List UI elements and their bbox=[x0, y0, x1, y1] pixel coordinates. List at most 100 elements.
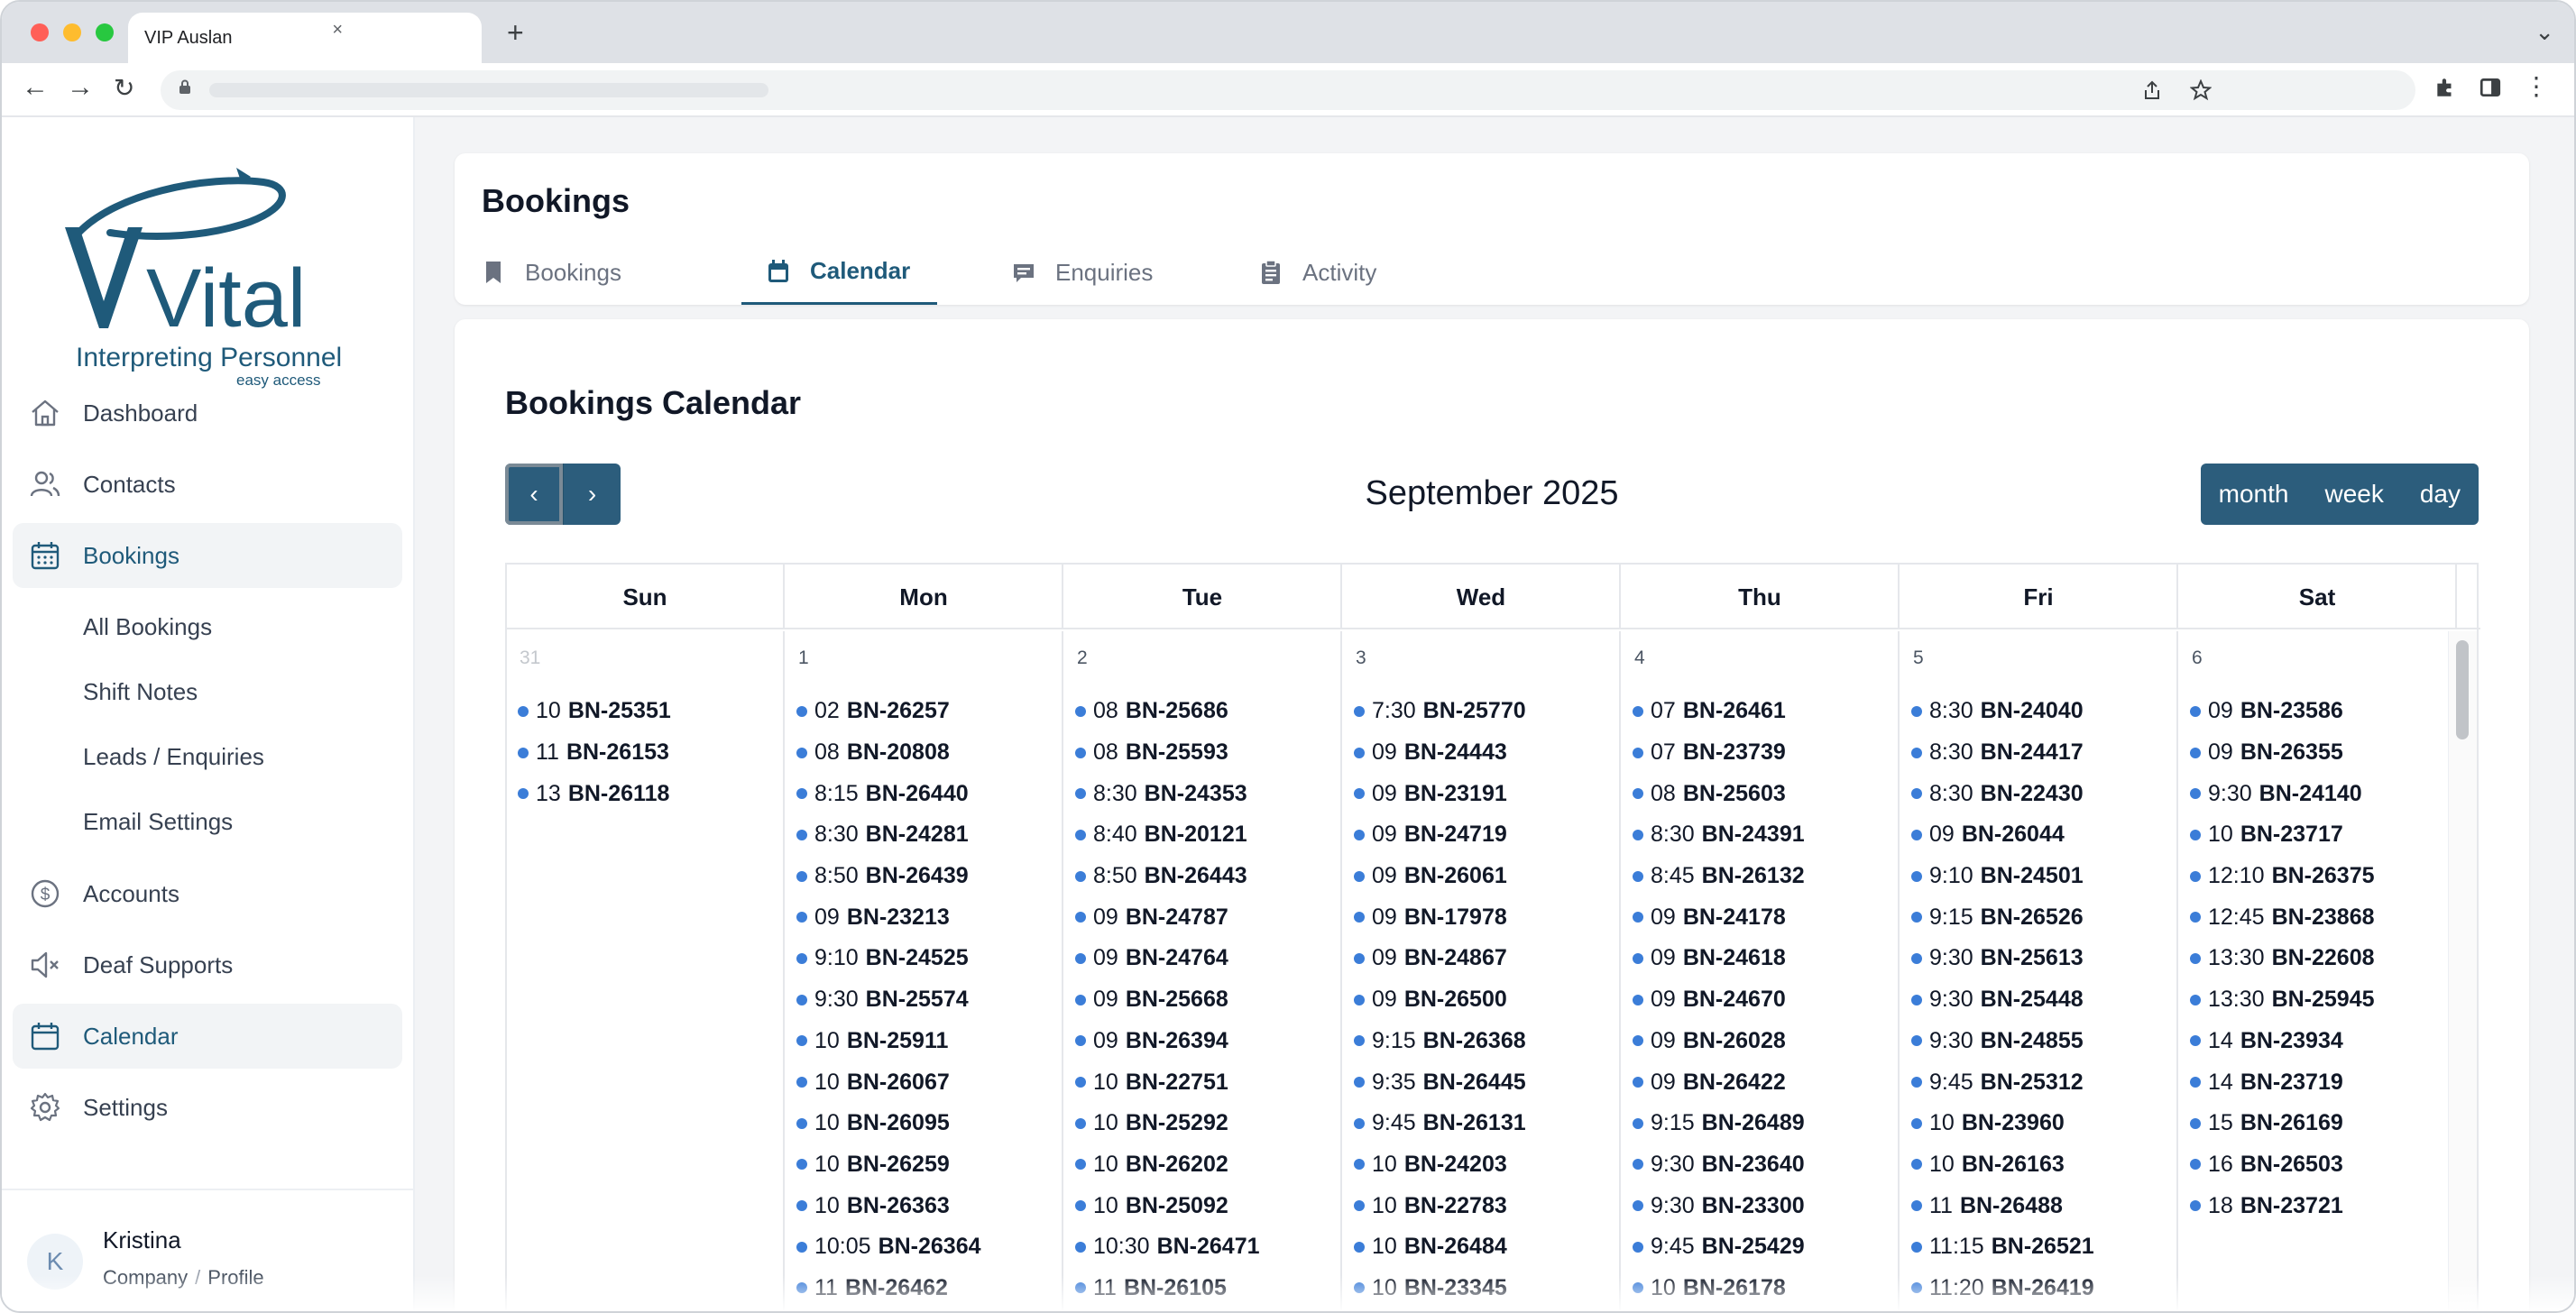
company-link[interactable]: Company bbox=[103, 1266, 188, 1289]
calendar-event[interactable]: 09 BN-23213 bbox=[796, 896, 1062, 938]
calendar-event[interactable]: 09 BN-24867 bbox=[1354, 938, 1619, 979]
profile-link[interactable]: Profile bbox=[207, 1266, 263, 1289]
sidebar-subitem-all-bookings[interactable]: All Bookings bbox=[13, 594, 402, 659]
day-cell[interactable]: 2 08 BN-25686 08 BN-25593 8:30 BN-24353 8:40 BN-… bbox=[1064, 631, 1342, 1311]
day-cell[interactable]: 31 10 BN-25351 11 BN-26153 13 BN-26118 bbox=[507, 631, 785, 1311]
calendar-event[interactable]: 8:50 BN-26439 bbox=[796, 856, 1062, 897]
calendar-event[interactable]: 8:30 BN-24281 bbox=[796, 814, 1062, 856]
calendar-event[interactable]: 8:40 BN-20121 bbox=[1075, 814, 1340, 856]
calendar-event[interactable]: 10:30 BN-26471 bbox=[1075, 1226, 1340, 1268]
calendar-event[interactable]: 11 BN-26153 bbox=[518, 732, 783, 774]
calendar-event[interactable]: 09 BN-24787 bbox=[1075, 896, 1340, 938]
calendar-event[interactable]: 8:30 BN-24417 bbox=[1911, 732, 2176, 774]
calendar-event[interactable]: 9:10 BN-24501 bbox=[1911, 856, 2176, 897]
calendar-event[interactable]: 9:30 BN-25613 bbox=[1911, 938, 2176, 979]
calendar-event[interactable]: 07 BN-23739 bbox=[1633, 732, 1898, 774]
calendar-event[interactable]: 07 BN-26461 bbox=[1633, 691, 1898, 732]
calendar-event[interactable]: 09 BN-25668 bbox=[1075, 979, 1340, 1021]
week-view-button[interactable]: week bbox=[2306, 464, 2402, 525]
month-view-button[interactable]: month bbox=[2200, 464, 2307, 525]
calendar-event[interactable]: 11:15 BN-26521 bbox=[1911, 1226, 2176, 1268]
calendar-event[interactable]: 08 BN-25686 bbox=[1075, 691, 1340, 732]
calendar-event[interactable]: 09 BN-24443 bbox=[1354, 732, 1619, 774]
calendar-event[interactable]: 16 BN-26503 bbox=[2190, 1144, 2455, 1186]
calendar-event[interactable]: 9:15 BN-26526 bbox=[1911, 896, 2176, 938]
calendar-event[interactable]: 8:45 BN-26132 bbox=[1633, 856, 1898, 897]
calendar-event[interactable]: 9:35 BN-26445 bbox=[1354, 1061, 1619, 1103]
browser-tab[interactable]: VIP Auslan × bbox=[128, 13, 482, 63]
calendar-event[interactable]: 9:45 BN-25312 bbox=[1911, 1061, 2176, 1103]
day-cell[interactable]: 1 02 BN-26257 08 BN-20808 8:15 BN-26440 8:30 BN-… bbox=[786, 631, 1063, 1311]
calendar-event[interactable]: 10 BN-22783 bbox=[1354, 1185, 1619, 1226]
calendar-event[interactable]: 9:30 BN-23640 bbox=[1633, 1144, 1898, 1186]
calendar-event[interactable]: 10 BN-26178 bbox=[1633, 1268, 1898, 1309]
calendar-event[interactable]: 08 BN-25603 bbox=[1633, 773, 1898, 814]
day-number[interactable]: 6 bbox=[2192, 647, 2203, 669]
sidebar-item-calendar[interactable]: Calendar bbox=[13, 1004, 402, 1069]
day-number[interactable]: 3 bbox=[1356, 647, 1366, 669]
sidebar-item-bookings[interactable]: Bookings bbox=[13, 523, 402, 588]
sidebar-subitem-shift-notes[interactable]: Shift Notes bbox=[13, 659, 402, 724]
calendar-event[interactable]: 12:10 BN-26375 bbox=[2190, 856, 2455, 897]
tab-search-chevron-icon[interactable]: ⌄ bbox=[2535, 18, 2554, 46]
calendar-event[interactable]: 10:05 BN-26364 bbox=[796, 1226, 1062, 1268]
calendar-event[interactable]: 9:15 BN-26489 bbox=[1633, 1103, 1898, 1144]
sidebar-item-settings[interactable]: Settings bbox=[13, 1075, 402, 1140]
calendar-event[interactable]: 9:30 BN-24855 bbox=[1911, 1021, 2176, 1062]
calendar-event[interactable]: 8:30 BN-22430 bbox=[1911, 773, 2176, 814]
calendar-event[interactable]: 8:50 BN-26443 bbox=[1075, 856, 1340, 897]
calendar-event[interactable]: 09 BN-26044 bbox=[1911, 814, 2176, 856]
bookmark-star-icon[interactable] bbox=[2190, 79, 2212, 101]
sidebar-item-deaf-supports[interactable]: Deaf Supports bbox=[13, 932, 402, 997]
day-view-button[interactable]: day bbox=[2401, 464, 2479, 525]
calendar-event[interactable]: 09 BN-17978 bbox=[1354, 896, 1619, 938]
calendar-event[interactable]: 10 BN-25292 bbox=[1075, 1103, 1340, 1144]
calendar-event[interactable]: 09 BN-26061 bbox=[1354, 856, 1619, 897]
reload-icon[interactable]: ↻ bbox=[114, 76, 134, 101]
calendar-event[interactable]: 15 BN-26169 bbox=[2190, 1103, 2455, 1144]
tab-bookings[interactable]: Bookings bbox=[482, 240, 621, 305]
day-number[interactable]: 2 bbox=[1077, 647, 1088, 669]
calendar-event[interactable]: 9:30 BN-25574 bbox=[796, 979, 1062, 1021]
calendar-event[interactable]: 9:30 BN-23300 bbox=[1633, 1185, 1898, 1226]
calendar-event[interactable]: 10 BN-25351 bbox=[518, 691, 783, 732]
calendar-event[interactable]: 09 BN-26422 bbox=[1633, 1061, 1898, 1103]
calendar-event[interactable]: 08 BN-25593 bbox=[1075, 732, 1340, 774]
calendar-event[interactable]: 09 BN-24178 bbox=[1633, 896, 1898, 938]
sidebar-item-accounts[interactable]: $ Accounts bbox=[13, 861, 402, 926]
calendar-event[interactable]: 10 BN-23345 bbox=[1354, 1268, 1619, 1309]
calendar-event[interactable]: 10 BN-26095 bbox=[796, 1103, 1062, 1144]
tab-enquiries[interactable]: Enquiries bbox=[1012, 240, 1153, 305]
calendar-event[interactable]: 8:15 BN-26440 bbox=[796, 773, 1062, 814]
address-bar[interactable] bbox=[161, 70, 2415, 110]
day-cell[interactable]: 6 09 BN-23586 09 BN-26355 9:30 BN-24140 10 BN-23… bbox=[2179, 631, 2457, 1311]
calendar-event[interactable]: 10 BN-22751 bbox=[1075, 1061, 1340, 1103]
day-cell[interactable]: 3 7:30 BN-25770 09 BN-24443 09 BN-23191 09 BN-24… bbox=[1343, 631, 1621, 1311]
calendar-event[interactable]: 12:45 BN-23868 bbox=[2190, 896, 2455, 938]
calendar-event[interactable]: 11 BN-26488 bbox=[1911, 1185, 2176, 1226]
day-number[interactable]: 31 bbox=[520, 647, 540, 669]
maximize-window-button[interactable] bbox=[96, 23, 114, 41]
calendar-event[interactable]: 9:30 BN-25448 bbox=[1911, 979, 2176, 1021]
calendar-event[interactable]: 13 BN-26118 bbox=[518, 773, 783, 814]
close-tab-icon[interactable]: × bbox=[332, 20, 343, 41]
calendar-event[interactable]: 10 BN-26484 bbox=[1354, 1226, 1619, 1268]
calendar-event[interactable]: 8:30 BN-24040 bbox=[1911, 691, 2176, 732]
calendar-event[interactable]: 10 BN-26363 bbox=[796, 1185, 1062, 1226]
calendar-event[interactable]: 10 BN-23717 bbox=[2190, 814, 2455, 856]
sidebar-subitem-leads-enquiries[interactable]: Leads / Enquiries bbox=[13, 724, 402, 789]
calendar-event[interactable]: 11 BN-26105 bbox=[1075, 1268, 1340, 1309]
calendar-event[interactable]: 11:20 BN-26419 bbox=[1911, 1268, 2176, 1309]
calendar-event[interactable]: 10 BN-26202 bbox=[1075, 1144, 1340, 1186]
forward-arrow-icon[interactable]: → bbox=[67, 74, 94, 101]
calendar-event[interactable]: 09 BN-26355 bbox=[2190, 732, 2455, 774]
calendar-event[interactable]: 9:15 BN-26368 bbox=[1354, 1021, 1619, 1062]
day-number[interactable]: 1 bbox=[798, 647, 809, 669]
calendar-event[interactable]: 9:45 BN-26131 bbox=[1354, 1103, 1619, 1144]
calendar-event[interactable]: 7:30 BN-25770 bbox=[1354, 691, 1619, 732]
day-cell[interactable]: 4 07 BN-26461 07 BN-23739 08 BN-25603 8:30 BN-24… bbox=[1622, 631, 1900, 1311]
calendar-event[interactable]: 10 BN-25092 bbox=[1075, 1185, 1340, 1226]
calendar-event[interactable]: 10 BN-26067 bbox=[796, 1061, 1062, 1103]
calendar-event[interactable]: 09 BN-26394 bbox=[1075, 1021, 1340, 1062]
calendar-event[interactable]: 8:30 BN-24391 bbox=[1633, 814, 1898, 856]
